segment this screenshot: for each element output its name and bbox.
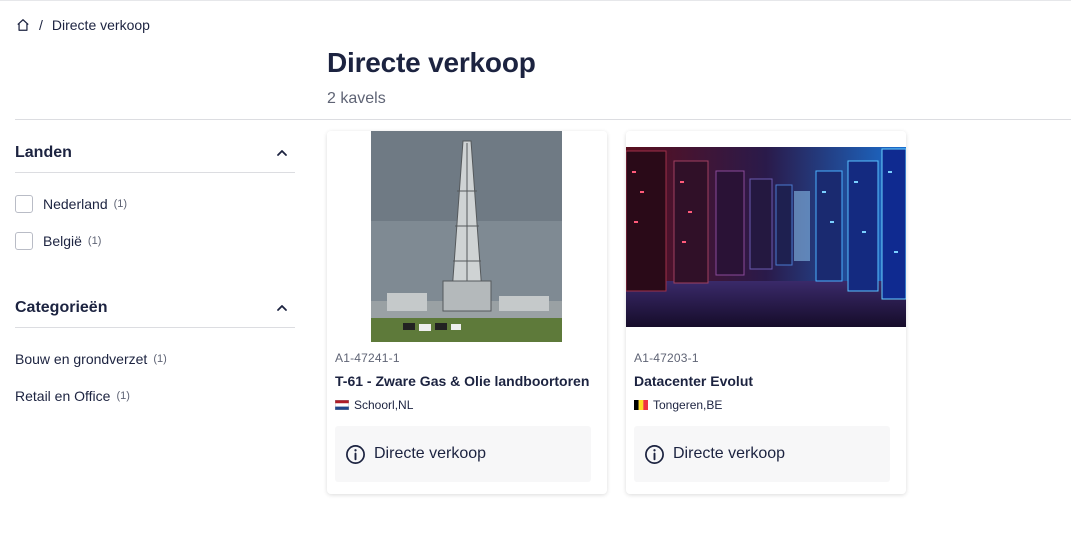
lot-card[interactable]: A1-47241-1 T-61 - Zware Gas & Olie landb… <box>327 131 607 494</box>
filter-categories-header[interactable]: Categorieën <box>15 288 295 328</box>
lot-title[interactable]: T-61 - Zware Gas & Olie landboortoren <box>335 373 589 389</box>
filter-countries-header[interactable]: Landen <box>15 133 295 173</box>
breadcrumb-separator: / <box>39 17 43 33</box>
lot-location: Schoorl,NL <box>335 398 413 412</box>
filter-countries: Landen Nederland (1) België (1) <box>15 133 295 259</box>
category-label: Bouw en grondverzet <box>15 350 148 367</box>
lot-image-datacenter[interactable] <box>626 131 906 342</box>
info-icon <box>645 444 664 464</box>
direct-sale-button[interactable]: Directe verkoop <box>634 426 890 482</box>
direct-sale-label: Directe verkoop <box>374 445 487 462</box>
filter-countries-title: Landen <box>15 143 72 161</box>
category-count: (1) <box>153 352 167 365</box>
lot-location: Tongeren,BE <box>634 398 722 412</box>
direct-sale-button[interactable]: Directe verkoop <box>335 426 591 482</box>
filter-option-label: Nederland <box>43 195 108 212</box>
filter-option-count: (1) <box>113 197 128 210</box>
flag-be-icon <box>634 400 648 410</box>
filter-option-count: (1) <box>87 234 102 247</box>
checkbox[interactable] <box>15 231 33 250</box>
category-count: (1) <box>116 389 130 402</box>
flag-nl-icon <box>335 400 349 410</box>
filter-option-belgie[interactable]: België (1) <box>15 222 295 259</box>
filter-option-label: België <box>43 232 82 249</box>
lot-id: A1-47241-1 <box>335 351 400 365</box>
page-title: Directe verkoop <box>327 47 536 78</box>
lot-count: 2 kavels <box>327 90 386 107</box>
chevron-up-icon[interactable] <box>275 301 289 315</box>
top-border <box>0 0 1071 1</box>
category-retail-en-office[interactable]: Retail en Office (1) <box>15 377 295 414</box>
header-divider <box>15 119 1071 120</box>
home-icon[interactable] <box>16 18 30 32</box>
info-icon <box>346 444 365 464</box>
filter-categories-title: Categorieën <box>15 298 108 316</box>
lot-title[interactable]: Datacenter Evolut <box>634 373 753 389</box>
breadcrumb: / Directe verkoop <box>16 16 150 34</box>
breadcrumb-current[interactable]: Directe verkoop <box>52 17 150 33</box>
direct-sale-label: Directe verkoop <box>673 445 786 462</box>
chevron-up-icon[interactable] <box>275 146 289 160</box>
lot-card[interactable]: A1-47203-1 Datacenter Evolut Tongeren,BE… <box>626 131 906 494</box>
lot-image-drilling-rig[interactable] <box>327 131 607 342</box>
lot-location-text: Tongeren,BE <box>653 398 723 412</box>
checkbox[interactable] <box>15 194 33 213</box>
filter-option-nederland[interactable]: Nederland (1) <box>15 185 295 222</box>
filter-categories: Categorieën Bouw en grondverzet (1) Reta… <box>15 288 295 414</box>
lot-location-text: Schoorl,NL <box>354 398 414 412</box>
category-label: Retail en Office <box>15 387 111 404</box>
category-bouw-en-grondverzet[interactable]: Bouw en grondverzet (1) <box>15 340 295 377</box>
lot-id: A1-47203-1 <box>634 351 699 365</box>
